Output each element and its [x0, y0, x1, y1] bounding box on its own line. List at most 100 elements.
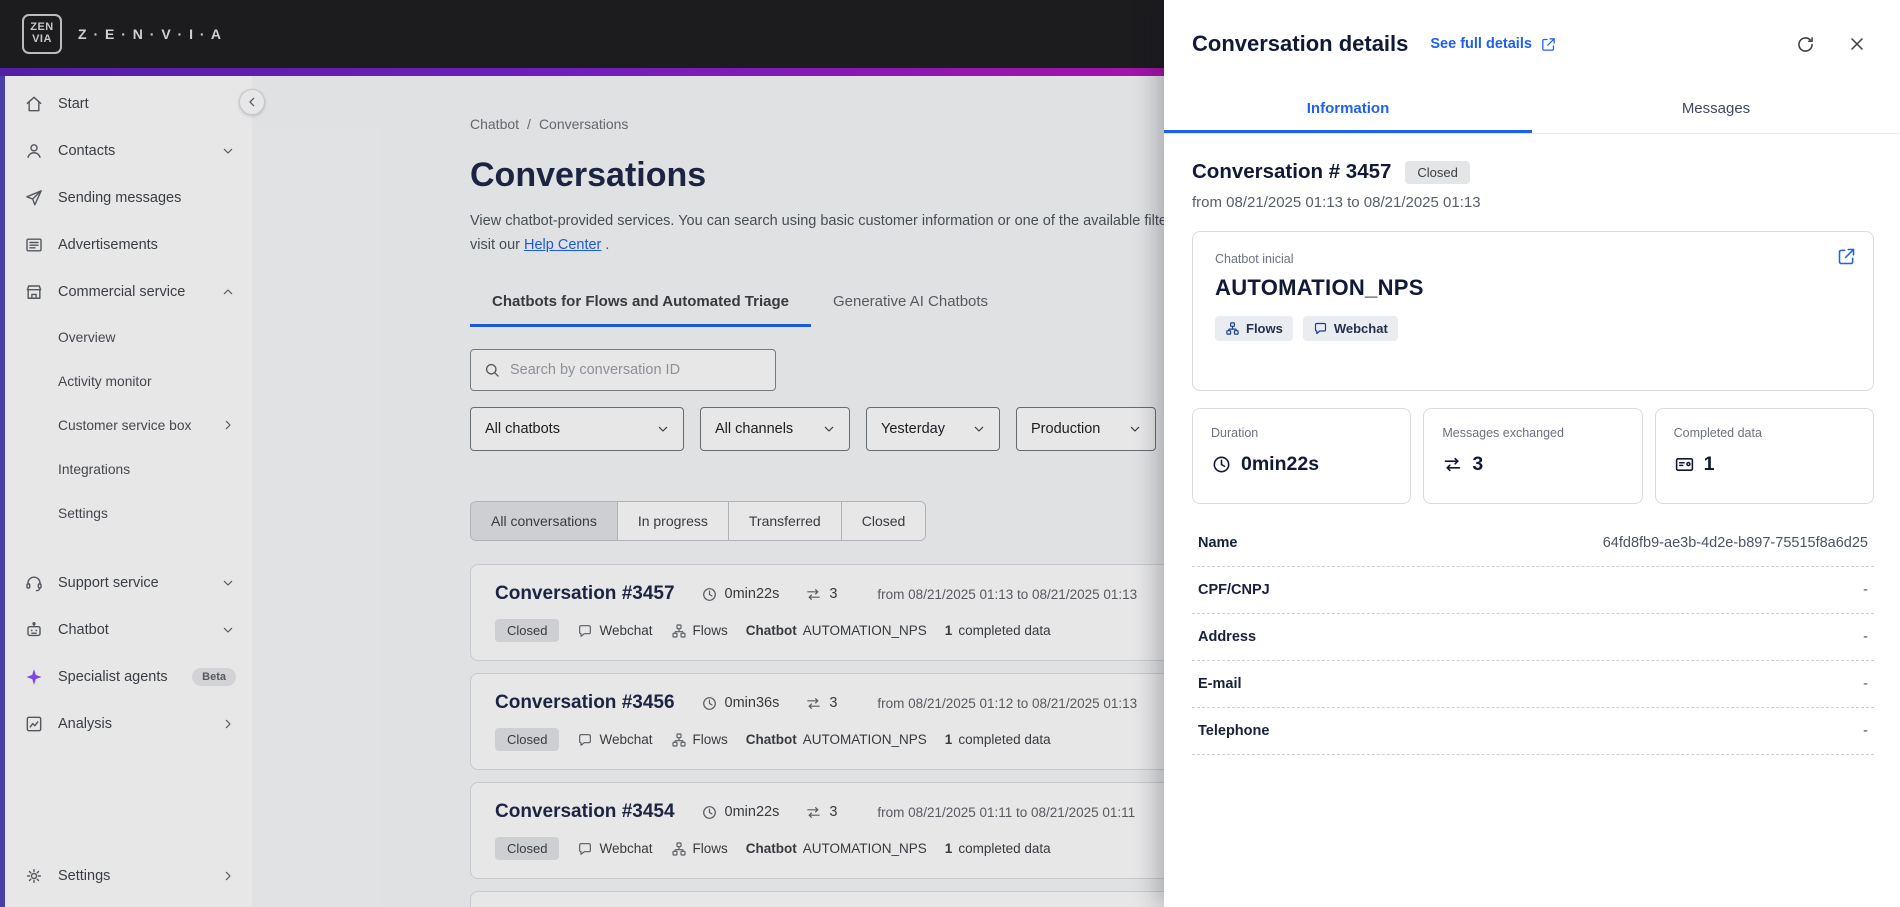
environment-filter-select[interactable]: Production: [1016, 407, 1156, 451]
tab-information[interactable]: Information: [1164, 86, 1532, 133]
open-chatbot-button[interactable]: [1836, 246, 1857, 267]
sidebar-item-start[interactable]: Start: [0, 80, 252, 127]
chatbot-name-tag: Chatbot AUTOMATION_NPS: [746, 841, 927, 856]
chatbot-card: Chatbot inicial AUTOMATION_NPS Flows Web…: [1192, 231, 1874, 391]
chatbot-name: AUTOMATION_NPS: [802, 623, 927, 638]
sidebar-item-label: Contacts: [58, 142, 116, 159]
sidebar-item-commercial-service[interactable]: Commercial service: [0, 268, 252, 315]
sidebar-item-integrations[interactable]: Integrations: [0, 447, 252, 491]
status-tab-all-conversations[interactable]: All conversations: [471, 502, 618, 540]
newspaper-icon: [24, 235, 44, 255]
flows-badge: Flows: [1215, 316, 1293, 341]
conversation-messages-count: 3: [805, 695, 837, 712]
stat-value: 1: [1674, 453, 1855, 476]
description-line1: View chatbot-provided services. You can …: [470, 213, 1184, 229]
breadcrumb-parent[interactable]: Chatbot: [470, 116, 519, 132]
webchat-badge-label: Webchat: [1333, 321, 1388, 336]
clock-icon: [701, 586, 718, 603]
sidebar-collapse-button[interactable]: [239, 89, 265, 115]
sidebar-item-label: Advertisements: [58, 236, 158, 253]
sidebar-item-contacts[interactable]: Contacts: [0, 127, 252, 174]
clock-icon: [701, 804, 718, 821]
duration-value: 0min22s: [724, 804, 780, 820]
period-filter-select[interactable]: Yesterday: [866, 407, 1000, 451]
channel-tag: Webchat: [577, 732, 653, 748]
chevron-down-icon: [655, 421, 671, 437]
chatbot-card-badges: Flows Webchat: [1215, 316, 1851, 341]
tab-messages[interactable]: Messages: [1532, 86, 1900, 133]
see-full-details-label: See full details: [1430, 36, 1532, 52]
sidebar-item-specialist-agents[interactable]: Specialist agents Beta: [0, 653, 252, 700]
see-full-details-link[interactable]: See full details: [1430, 36, 1557, 53]
sidebar-item-label: Specialist agents: [58, 668, 168, 685]
conversation-date-range: from 08/21/2025 01:11 to 08/21/2025 01:1…: [877, 804, 1136, 820]
completed-data-tag: 1 completed data: [945, 841, 1051, 856]
sidebar-item-commercial-settings[interactable]: Settings: [0, 491, 252, 535]
status-badge: Closed: [495, 837, 560, 860]
sidebar-item-label: Overview: [58, 329, 116, 345]
chatbot-label: Chatbot: [745, 623, 797, 638]
chatbot-name: AUTOMATION_NPS: [802, 732, 927, 747]
tab-generative-ai-chatbots[interactable]: Generative AI Chatbots: [811, 281, 1010, 327]
chevron-down-icon: [220, 575, 236, 591]
drawer-body: Conversation # 3457 Closed from 08/21/20…: [1164, 134, 1900, 755]
sidebar-item-customer-service-box[interactable]: Customer service box: [0, 403, 252, 447]
channels-filter-value: All channels: [715, 421, 794, 437]
sidebar-item-settings[interactable]: Settings: [0, 852, 252, 899]
completed-label: completed data: [958, 732, 1051, 747]
conversation-status-filter: All conversations In progress Transferre…: [470, 501, 927, 541]
chevron-left-icon: [249, 97, 255, 107]
detail-row-name: Name 64fd8fb9-ae3b-4d2e-b897-75515f8a6d2…: [1192, 520, 1874, 567]
chatbots-filter-select[interactable]: All chatbots: [470, 407, 684, 451]
status-tab-in-progress[interactable]: In progress: [617, 502, 729, 540]
channels-filter-select[interactable]: All channels: [700, 407, 850, 451]
chat-icon: [1313, 321, 1328, 336]
stat-label: Completed data: [1673, 426, 1762, 440]
help-center-link[interactable]: Help Center: [524, 237, 601, 253]
flow-type-tag: Flows: [671, 623, 728, 639]
sidebar-item-label: Support service: [58, 574, 159, 591]
detail-label: Name: [1198, 535, 1238, 551]
sidebar-item-label: Sending messages: [58, 189, 182, 206]
conversation-title: Conversation #3454: [495, 801, 675, 822]
stat-value: 3: [1442, 453, 1623, 476]
completed-count: 1: [944, 732, 953, 747]
drawer-conversation-header: Conversation # 3457 Closed: [1192, 160, 1874, 184]
close-button[interactable]: [1844, 31, 1870, 57]
status-tab-closed[interactable]: Closed: [841, 502, 926, 540]
stat-label: Duration: [1211, 426, 1259, 440]
sidebar-item-overview[interactable]: Overview: [0, 315, 252, 359]
sidebar-item-advertisements[interactable]: Advertisements: [0, 221, 252, 268]
sidebar-item-label: Integrations: [58, 461, 131, 477]
breadcrumb-separator: /: [527, 116, 531, 132]
duration-value: 0min36s: [724, 695, 780, 711]
zenvia-logo-icon[interactable]: ZEN VIA: [22, 14, 62, 54]
detail-label: Telephone: [1198, 723, 1270, 739]
sidebar-item-chatbot[interactable]: Chatbot: [0, 606, 252, 653]
detail-row-telephone: Telephone -: [1192, 708, 1874, 755]
refresh-icon: [1797, 36, 1813, 52]
chevron-down-icon: [220, 622, 236, 638]
beta-badge: Beta: [192, 667, 236, 686]
send-icon: [24, 188, 44, 208]
sidebar-item-label: Customer service box: [58, 417, 192, 433]
chatbot-name-tag: Chatbot AUTOMATION_NPS: [746, 623, 927, 638]
sidebar-item-support-service[interactable]: Support service: [0, 559, 252, 606]
sidebar-item-sending-messages[interactable]: Sending messages: [0, 174, 252, 221]
description-line2: visit our: [470, 237, 520, 253]
detail-label: E-mail: [1198, 676, 1242, 692]
stat-number: 3: [1472, 453, 1484, 475]
status-tab-transferred[interactable]: Transferred: [728, 502, 842, 540]
flow-type-label: Flows: [692, 732, 728, 747]
person-icon: [24, 141, 44, 161]
search-input[interactable]: [510, 362, 763, 378]
tab-flows-and-automated-triage[interactable]: Chatbots for Flows and Automated Triage: [470, 281, 811, 327]
refresh-button[interactable]: [1792, 31, 1818, 57]
detail-value: -: [1863, 723, 1868, 739]
sidebar-item-activity-monitor[interactable]: Activity monitor: [0, 359, 252, 403]
sidebar-item-analysis[interactable]: Analysis: [0, 700, 252, 747]
detail-value: -: [1863, 676, 1868, 692]
sidebar: Start Contacts Sending messages Advertis…: [0, 76, 252, 907]
home-icon: [24, 94, 44, 114]
chevron-up-icon: [220, 284, 236, 300]
